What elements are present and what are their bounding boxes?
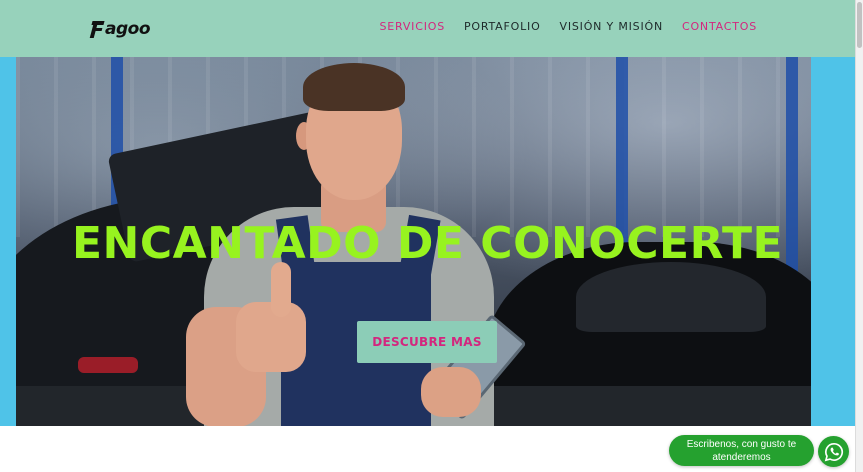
whatsapp-button[interactable] (818, 436, 849, 467)
nav-item-vision-mision[interactable]: VISIÓN Y MISIÓN (560, 20, 663, 33)
page-scrollbar[interactable] (855, 0, 863, 472)
whatsapp-icon (824, 442, 843, 461)
hero-title: ENCANTADO DE CONOCERTE (71, 218, 784, 269)
whatsapp-message-line-1: Escribenos, con gusto te (686, 439, 797, 450)
brand-logo[interactable]: agoo (89, 16, 151, 42)
nav-item-portafolio[interactable]: PORTAFOLIO (464, 20, 541, 33)
nav-item-servicios[interactable]: SERVICIOS (379, 20, 445, 33)
scrollbar-thumb[interactable] (857, 2, 862, 48)
whatsapp-message-line-2: atenderemos (712, 452, 771, 463)
hero-section: ENCANTADO DE CONOCERTE DESCUBRE MAS (0, 57, 855, 426)
nav-item-contactos[interactable]: CONTACTOS (682, 20, 757, 33)
whatsapp-message-bubble[interactable]: Escribenos, con gusto te atenderemos (669, 435, 814, 466)
main-nav: SERVICIOS PORTAFOLIO VISIÓN Y MISIÓN CON… (379, 20, 757, 33)
brand-name: agoo (105, 18, 151, 39)
top-navbar: agoo SERVICIOS PORTAFOLIO VISIÓN Y MISIÓ… (0, 0, 855, 57)
f-letter-logo-icon (89, 19, 105, 39)
descubre-mas-button[interactable]: DESCUBRE MAS (357, 321, 497, 363)
